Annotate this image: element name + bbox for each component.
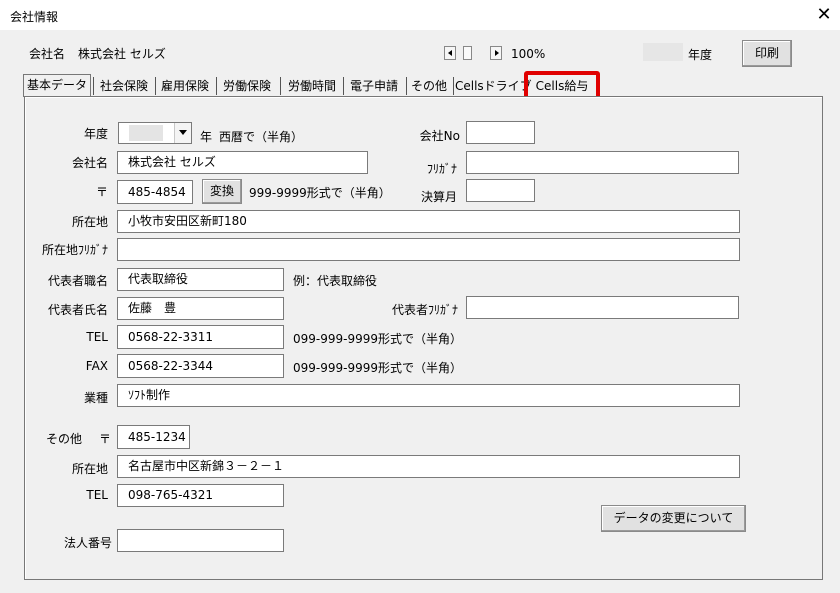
year-select-value xyxy=(129,125,163,141)
year-select[interactable] xyxy=(118,122,192,144)
other-tel-label: TEL xyxy=(86,488,108,502)
rep-title-hint: 例：代表取締役 xyxy=(293,274,378,288)
other-postal-label: 〒 xyxy=(99,432,112,446)
header-year-field[interactable] xyxy=(643,43,683,61)
furigana-label: ﾌﾘｶﾞﾅ xyxy=(426,162,457,176)
tel-input[interactable]: 0568-22-3311 xyxy=(117,325,284,349)
tab-separator xyxy=(93,77,94,95)
furigana-input[interactable] xyxy=(466,151,739,174)
data-change-info-button[interactable]: データの変更について xyxy=(601,505,746,532)
tab-social-insurance[interactable]: 社会保険 xyxy=(95,76,153,96)
other-postal-input[interactable]: 485-1234 xyxy=(117,425,190,449)
arrow-left-icon xyxy=(448,50,452,56)
postal-label: 〒 xyxy=(95,185,108,199)
company-name-label: 会社名 xyxy=(71,156,108,170)
postal-input[interactable]: 485-4854 xyxy=(117,180,193,204)
convert-button[interactable]: 変換 xyxy=(202,179,242,204)
corp-no-label: 法人番号 xyxy=(63,536,112,550)
tab-separator xyxy=(280,77,281,95)
rep-kana-input[interactable] xyxy=(466,296,739,319)
industry-label: 業種 xyxy=(83,391,108,405)
header-year-suffix: 年度 xyxy=(688,48,713,62)
year-label: 年度 xyxy=(83,127,108,141)
address-kana-input[interactable] xyxy=(117,238,740,261)
year-hint: 西暦で（半角） xyxy=(219,130,304,144)
close-icon[interactable]: ✕ xyxy=(812,3,836,27)
tab-separator xyxy=(453,77,454,95)
other-address-input[interactable]: 名古屋市中区新錦３－２－１ xyxy=(117,455,740,478)
tab-working-hours[interactable]: 労働時間 xyxy=(282,76,342,96)
company-name-input[interactable]: 株式会社 セルズ xyxy=(117,151,368,174)
tab-separator xyxy=(343,77,344,95)
tab-cells-payroll[interactable]: Cells給与 xyxy=(528,76,596,96)
print-button[interactable]: 印刷 xyxy=(742,40,792,67)
tab-cells-drive[interactable]: Cellsドライブ xyxy=(455,76,532,96)
address-input[interactable]: 小牧市安田区新町180 xyxy=(117,210,740,233)
header-company-name: 株式会社 セルズ xyxy=(78,47,166,61)
tel-label: TEL xyxy=(86,330,108,344)
tab-other[interactable]: その他 xyxy=(408,76,450,96)
tab-e-application[interactable]: 電子申請 xyxy=(345,76,403,96)
other-label: その他 xyxy=(46,432,83,446)
rep-name-label: 代表者氏名 xyxy=(47,303,108,317)
industry-input[interactable]: ｿﾌﾄ制作 xyxy=(117,384,740,407)
year-select-button[interactable] xyxy=(174,123,191,143)
other-address-label: 所在地 xyxy=(71,462,108,476)
rep-name-input[interactable]: 佐藤 豊 xyxy=(117,297,284,320)
title-bar xyxy=(0,0,840,30)
other-tel-input[interactable]: 098-765-4321 xyxy=(117,484,284,507)
zoom-increase-button[interactable] xyxy=(490,46,502,60)
fiscal-month-input[interactable] xyxy=(466,179,535,202)
fax-label: FAX xyxy=(85,359,108,373)
rep-title-label: 代表者職名 xyxy=(47,274,108,288)
tab-basic-data[interactable]: 基本データ xyxy=(25,75,89,95)
tab-labor-insurance[interactable]: 労働保険 xyxy=(218,76,276,96)
company-no-label: 会社No xyxy=(419,129,460,143)
zoom-decrease-button[interactable] xyxy=(444,46,456,60)
fax-input[interactable]: 0568-22-3344 xyxy=(117,354,284,378)
tab-separator xyxy=(406,77,407,95)
arrow-right-icon xyxy=(495,50,499,56)
address-kana-label: 所在地ﾌﾘｶﾞﾅ xyxy=(41,243,108,257)
year-suffix: 年 xyxy=(200,130,213,144)
rep-title-input[interactable]: 代表取締役 xyxy=(117,268,284,291)
tab-separator xyxy=(155,77,156,95)
tab-separator xyxy=(216,77,217,95)
fax-hint: 099-999-9999形式で（半角） xyxy=(293,361,463,375)
zoom-level: 100% xyxy=(511,47,546,61)
header-company-label: 会社名 xyxy=(29,47,66,61)
corp-no-input[interactable] xyxy=(117,529,284,552)
zoom-slider-thumb[interactable] xyxy=(463,46,472,60)
tel-hint: 099-999-9999形式で（半角） xyxy=(293,332,463,346)
tab-employment-insurance[interactable]: 雇用保険 xyxy=(157,76,213,96)
postal-hint: 999-9999形式で（半角） xyxy=(249,186,391,200)
rep-kana-label: 代表者ﾌﾘｶﾞﾅ xyxy=(391,303,458,317)
window-title: 会社情報 xyxy=(10,10,59,24)
company-no-input[interactable] xyxy=(466,121,535,144)
chevron-down-icon xyxy=(179,130,187,135)
fiscal-month-label: 決算月 xyxy=(420,190,457,204)
address-label: 所在地 xyxy=(71,215,108,229)
